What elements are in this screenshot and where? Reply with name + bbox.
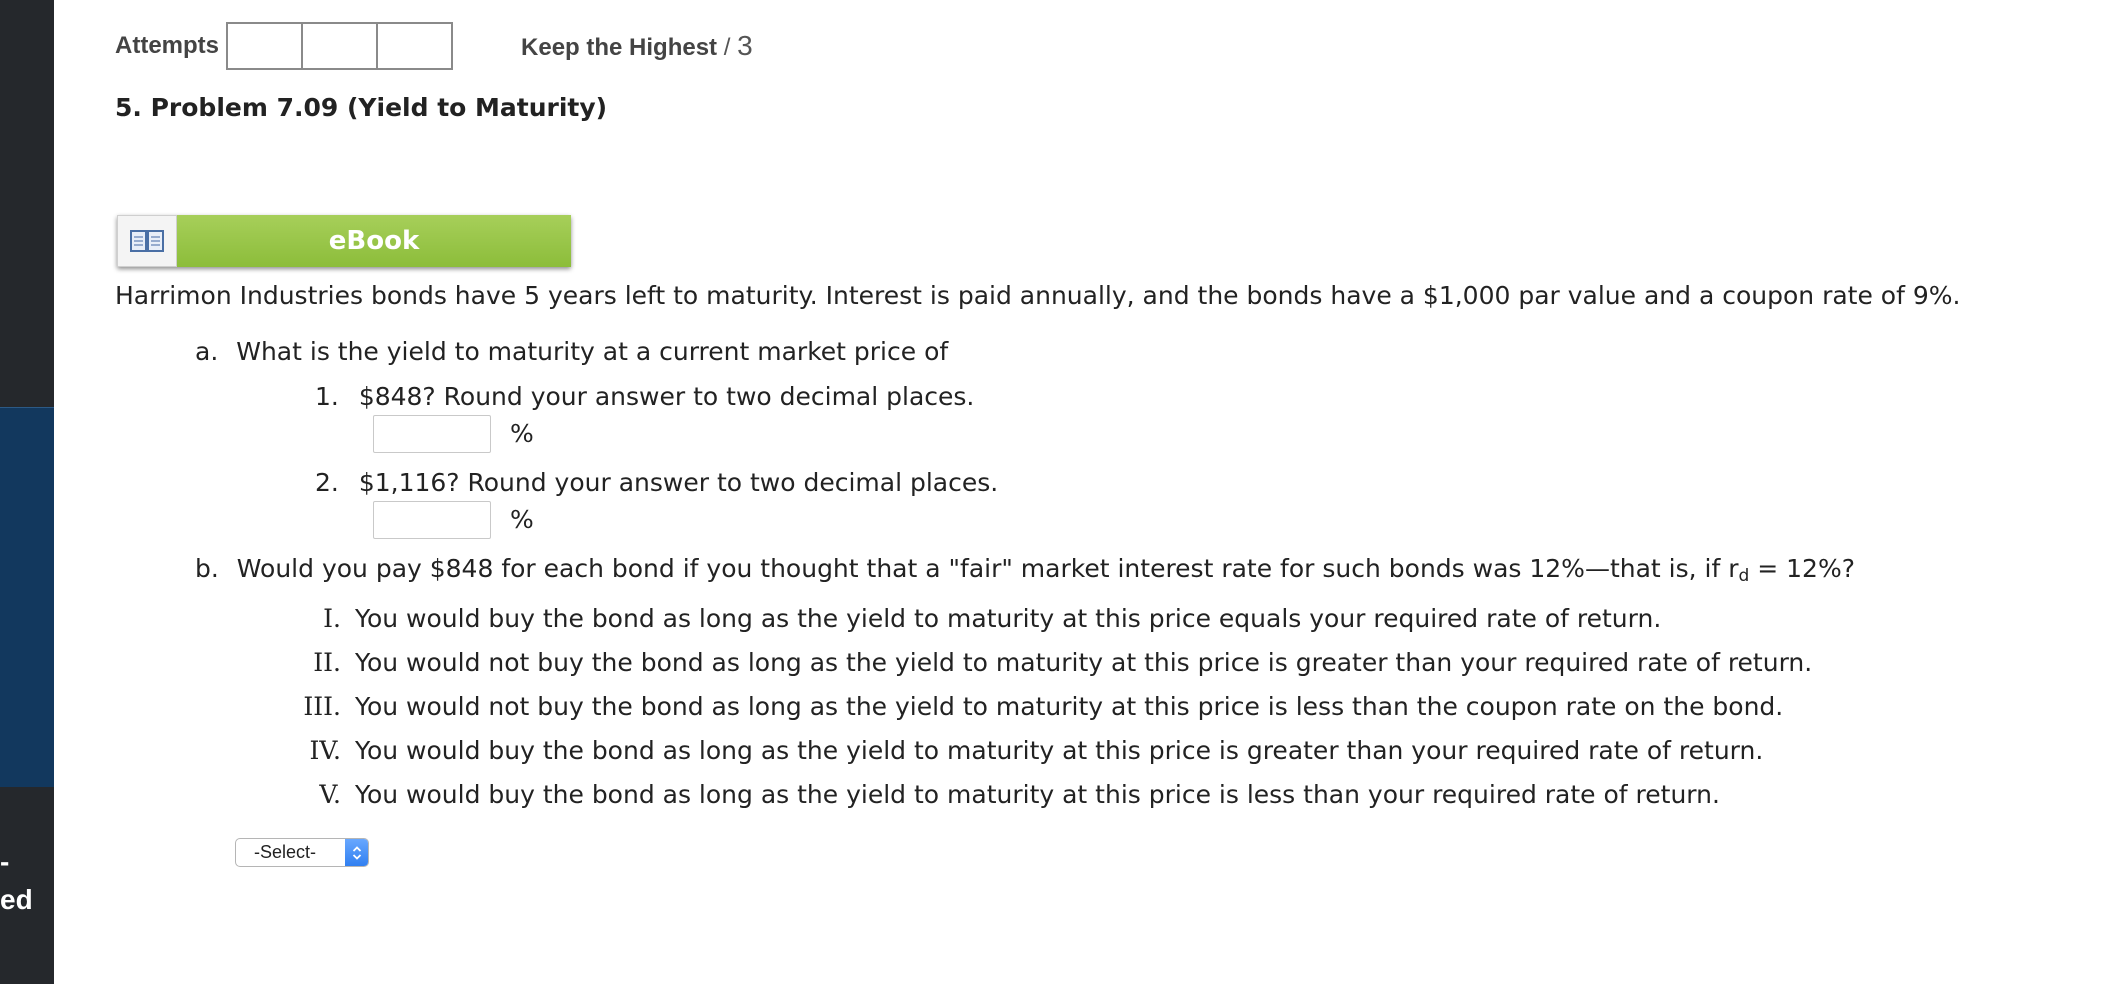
answer-input-848[interactable] [373,415,491,453]
option-i: I. You would buy the bond as long as the… [323,604,1662,633]
keep-highest: Keep the Highest / 3 [521,30,753,62]
part-b-text: Would you pay $848 for each bond if you … [236,554,1855,586]
left-sidebar: - ed [0,0,54,984]
option-iii: III. You would not buy the bond as long … [303,692,1784,721]
book-icon [117,215,177,267]
option-text: You would not buy the bond as long as th… [355,692,1784,721]
sidebar-text-fragment: - [0,846,10,877]
main-content: Attempts Keep the Highest / 3 5. Problem… [115,0,2095,984]
question-intro: Harrimon Industries bonds have 5 years l… [115,281,1961,310]
select-value: -Select- [254,842,317,862]
attempt-boxes [226,22,454,70]
updown-chevron-icon [345,839,368,866]
option-v: V. You would buy the bond as long as the… [319,780,1720,809]
part-a-item-1: 1. $848? Round your answer to two decima… [315,382,974,411]
option-iv: IV. You would buy the bond as long as th… [309,736,1764,765]
part-a-text: What is the yield to maturity at a curre… [236,337,949,366]
ebook-label: eBook [177,215,571,267]
attempt-box [301,22,379,70]
part-a: a. What is the yield to maturity at a cu… [195,337,948,366]
item-marker: 1. [315,382,339,411]
part-b-text-after: = 12%? [1749,554,1855,583]
option-numeral: II. [313,648,341,677]
item-marker: 2. [315,468,339,497]
ebook-button[interactable]: eBook [117,215,571,267]
sidebar-active-item[interactable]: - ed [0,407,54,914]
item-text: $848? Round your answer to two decimal p… [358,382,975,411]
answer-select[interactable]: -Select- [235,838,369,867]
attempts-row: Attempts Keep the Highest / 3 [115,22,753,70]
max-attempts: 3 [737,30,753,61]
option-numeral: IV. [309,736,341,765]
option-text: You would buy the bond as long as the yi… [355,604,1662,633]
option-ii: II. You would not buy the bond as long a… [313,648,1813,677]
item-text: $1,116? Round your answer to two decimal… [358,468,999,497]
option-text: You would buy the bond as long as the yi… [355,780,1720,809]
percent-unit: % [510,505,534,534]
option-numeral: I. [323,604,341,633]
part-a-item-2: 2. $1,116? Round your answer to two deci… [315,468,998,497]
attempt-box [226,22,304,70]
keep-highest-label: Keep the Highest [521,34,718,61]
sidebar-text-fragment: ed [0,884,33,915]
option-numeral: V. [319,780,341,809]
rd-subscript: d [1738,566,1750,586]
keep-slash: / [723,34,731,61]
answer-input-1116[interactable] [373,501,491,539]
option-text: You would buy the bond as long as the yi… [355,736,1764,765]
part-b-marker: b. [195,554,219,583]
option-text: You would not buy the bond as long as th… [355,648,1813,677]
problem-title: 5. Problem 7.09 (Yield to Maturity) [115,93,608,122]
part-b-text-before: Would you pay $848 for each bond if you … [236,554,1739,583]
part-a-marker: a. [195,337,219,366]
attempt-box [376,22,454,70]
percent-unit: % [510,419,534,448]
attempts-label: Attempts [115,32,220,59]
part-b: b. Would you pay $848 for each bond if y… [195,554,1855,586]
option-numeral: III. [303,692,341,721]
